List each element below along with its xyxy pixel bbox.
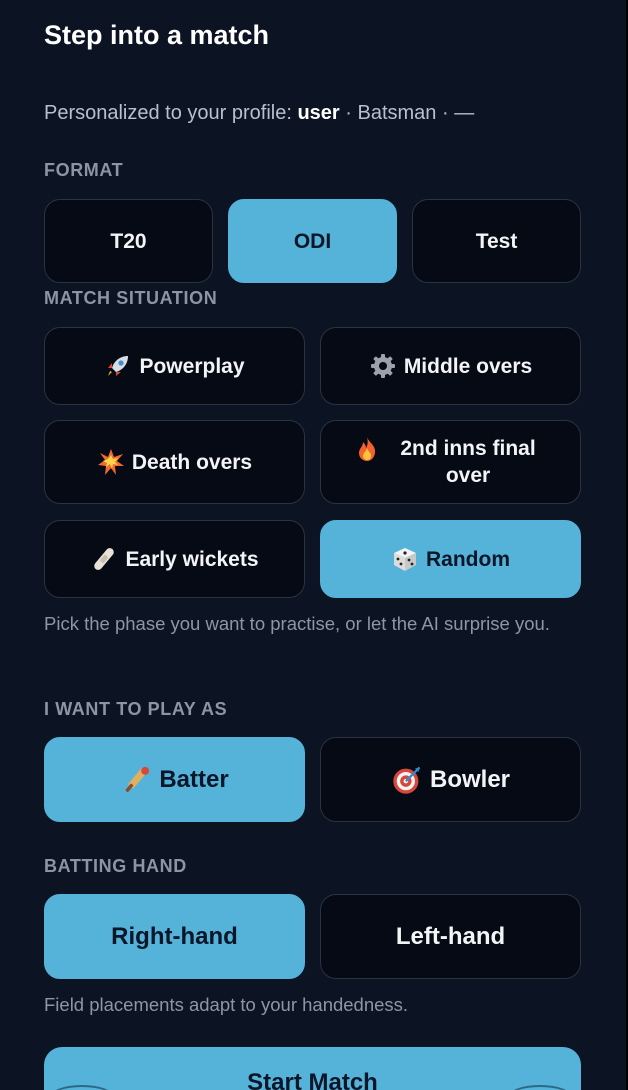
format-t20-button[interactable]: T20	[44, 199, 213, 283]
dice-icon	[391, 545, 419, 573]
match-situation-label: MATCH SITUATION	[44, 288, 218, 308]
cricket-bat-icon	[120, 764, 152, 796]
format-odi-label: ODI	[293, 229, 332, 253]
fire-icon	[353, 435, 381, 463]
situation-early-wickets-label: Early wickets	[125, 547, 259, 571]
situation-random-button[interactable]: Random	[320, 520, 581, 598]
format-label: FORMAT	[44, 160, 124, 180]
explosion-icon	[97, 448, 125, 476]
format-test-label: Test	[475, 229, 518, 253]
role-bowler-button[interactable]: Bowler	[320, 737, 581, 822]
role-bowler-label: Bowler	[429, 766, 510, 793]
situation-early-wickets-button[interactable]: Early wickets	[44, 520, 305, 598]
hand-helper-text: Field placements adapt to your handednes…	[44, 994, 409, 1015]
start-match-button[interactable]: Start Match	[44, 1047, 581, 1090]
situation-final-over-button[interactable]: 2nd inns final over	[320, 420, 581, 504]
batting-hand-label: BATTING HAND	[44, 856, 187, 876]
situation-middle-overs-label: Middle overs	[403, 354, 533, 378]
match-setup-panel: Step into a match Personalized to your p…	[0, 0, 628, 1090]
format-t20-label: T20	[110, 229, 147, 253]
bandage-icon	[90, 545, 118, 573]
profile-username: user	[297, 102, 340, 124]
role-batter-button[interactable]: Batter	[44, 737, 305, 822]
situation-final-over-label: 2nd inns final over	[400, 437, 536, 487]
format-test-button[interactable]: Test	[412, 199, 581, 283]
profile-summary: Personalized to your profile: user · Bat…	[44, 102, 474, 125]
format-odi-button[interactable]: ODI	[228, 199, 397, 283]
start-match-label: Start Match	[247, 1069, 378, 1090]
situation-powerplay-button[interactable]: Powerplay	[44, 327, 305, 405]
play-as-label: I WANT TO PLAY AS	[44, 699, 228, 719]
situation-powerplay-label: Powerplay	[139, 354, 245, 378]
gear-icon	[369, 352, 397, 380]
profile-details: · Batsman · —	[339, 102, 475, 124]
hand-right-button[interactable]: Right-hand	[44, 894, 305, 979]
page-title: Step into a match	[44, 20, 270, 50]
hand-left-label: Left-hand	[395, 923, 506, 950]
situation-random-label: Random	[426, 547, 510, 571]
situation-middle-overs-button[interactable]: Middle overs	[320, 327, 581, 405]
rocket-icon	[104, 352, 132, 380]
situation-helper-text: Pick the phase you want to practise, or …	[44, 613, 550, 634]
situation-death-overs-label: Death overs	[131, 450, 253, 474]
situation-death-overs-button[interactable]: Death overs	[44, 420, 305, 504]
target-icon	[391, 764, 423, 796]
role-batter-label: Batter	[159, 766, 229, 793]
profile-prefix: Personalized to your profile:	[44, 102, 298, 124]
hand-right-label: Right-hand	[111, 923, 238, 950]
hand-left-button[interactable]: Left-hand	[320, 894, 581, 979]
